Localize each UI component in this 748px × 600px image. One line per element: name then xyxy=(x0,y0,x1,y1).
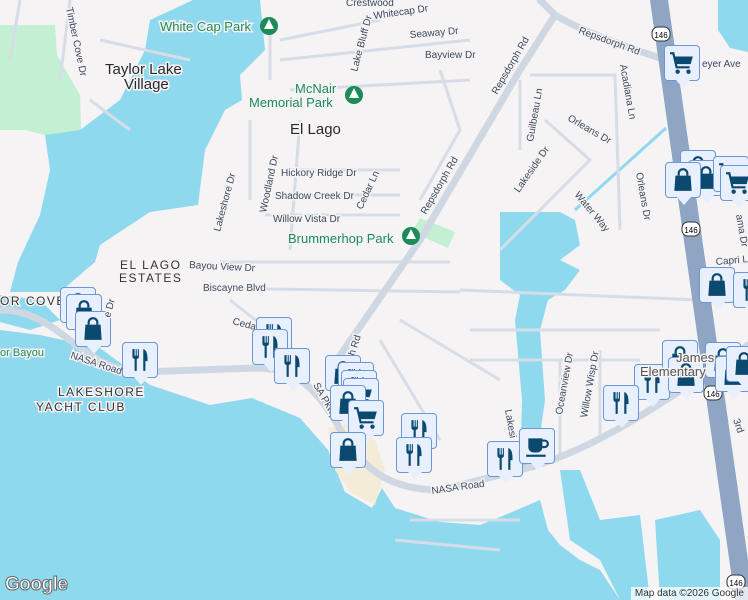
restaurant-icon xyxy=(497,448,513,470)
park-icon xyxy=(402,227,420,245)
shopping-cart-icon xyxy=(354,407,377,429)
map-label: White Cap Park xyxy=(160,19,252,34)
map-canvas[interactable]: Taylor Lake Village El Lago EL LAGO ESTA… xyxy=(0,0,748,600)
poi-marker-restaurant[interactable] xyxy=(603,385,639,428)
map-label: Willow Vista Dr xyxy=(273,214,341,225)
map-label: Brummerhop Park xyxy=(288,231,394,246)
map-label: Biscayne Blvd xyxy=(203,283,266,294)
shopping-bag-icon xyxy=(735,352,748,375)
map-label: Village xyxy=(124,76,169,93)
map-label: ESTATES xyxy=(119,271,182,285)
poi-marker-shopping-bag[interactable] xyxy=(665,162,701,205)
map-label: eyer Ave xyxy=(702,59,741,70)
shopping-cart-icon xyxy=(726,172,748,194)
restaurant-icon xyxy=(284,355,300,377)
shopping-bag-icon xyxy=(339,438,357,461)
shopping-bag-icon xyxy=(674,168,692,191)
restaurant-icon xyxy=(613,392,629,414)
map-label: OR COVE xyxy=(0,294,66,308)
park-icon xyxy=(345,86,363,104)
map-label: Crestwood xyxy=(346,0,394,9)
map-label: EL LAGO xyxy=(120,258,181,272)
google-logo: Google xyxy=(4,574,68,596)
poi-marker-shopping-bag[interactable] xyxy=(75,311,111,354)
restaurant-icon xyxy=(743,279,748,301)
restaurant-icon xyxy=(132,349,148,371)
map-label: Bayview Dr xyxy=(425,50,476,61)
poi-marker-shopping-cart[interactable] xyxy=(720,165,748,208)
shopping-bag-icon xyxy=(708,273,726,296)
map-label: LAKESHORE xyxy=(58,385,145,399)
shopping-bag-icon xyxy=(84,317,102,340)
poi-marker-shopping-cart[interactable] xyxy=(348,400,384,443)
route-shield-146: 146 xyxy=(681,221,701,237)
shopping-bag-icon xyxy=(677,363,695,386)
poi-marker-restaurant[interactable] xyxy=(274,348,310,391)
route-shield-146: 146 xyxy=(651,26,671,42)
map-label: El Lago xyxy=(290,121,341,138)
map-label: or Bayou xyxy=(0,347,44,359)
poi-marker-shopping-bag[interactable] xyxy=(330,432,366,475)
poi-marker-restaurant[interactable] xyxy=(487,441,523,484)
map-label: YACHT CLUB xyxy=(36,400,126,414)
poi-marker-restaurant[interactable] xyxy=(733,272,748,315)
poi-marker-shopping-bag[interactable] xyxy=(699,267,735,310)
map-attribution[interactable]: Map data ©2026 Google xyxy=(630,587,748,600)
shopping-cart-icon xyxy=(670,52,693,74)
poi-marker-shopping-cart[interactable] xyxy=(664,45,700,88)
poi-marker-shopping-bag[interactable] xyxy=(668,357,704,400)
map-label: Memorial Park xyxy=(249,95,333,110)
map-label: Shadow Creek Dr xyxy=(275,191,355,202)
poi-marker-coffee[interactable] xyxy=(519,428,555,471)
poi-marker-shopping-bag[interactable] xyxy=(726,346,748,389)
restaurant-icon xyxy=(406,444,422,466)
restaurant-icon xyxy=(644,371,660,393)
poi-marker-restaurant[interactable] xyxy=(122,342,158,385)
map-label: McNair xyxy=(295,81,337,96)
coffee-icon xyxy=(526,438,549,457)
park-icon xyxy=(260,17,278,35)
poi-marker-restaurant[interactable] xyxy=(396,437,432,480)
map-label: Hickory Ridge Dr xyxy=(281,168,357,179)
map-label: 146 xyxy=(684,226,698,235)
map-label: 146 xyxy=(654,31,668,40)
